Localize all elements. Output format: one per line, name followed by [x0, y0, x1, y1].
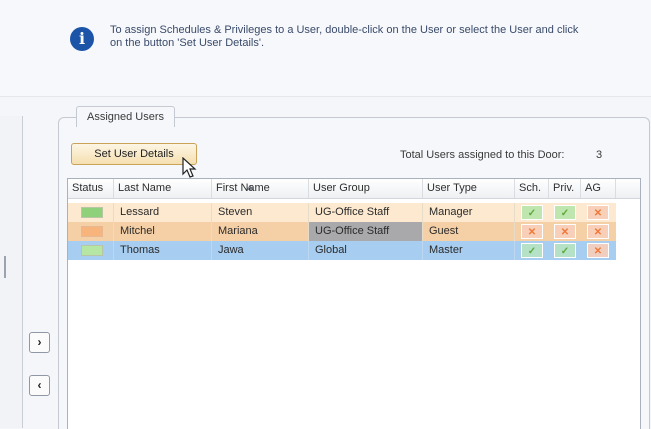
privilege-check-icon[interactable]: ✓: [554, 205, 576, 220]
column-header-status[interactable]: Status: [68, 179, 114, 198]
status-cell: [68, 222, 114, 241]
column-header-sch[interactable]: Sch.: [515, 179, 549, 198]
privilege-check-icon[interactable]: ✓: [554, 243, 576, 258]
column-header-user-group[interactable]: User Group: [309, 179, 423, 198]
left-splitter[interactable]: [0, 116, 23, 428]
set-user-details-button[interactable]: Set User Details: [71, 143, 197, 165]
last-name-cell: Lessard: [114, 203, 212, 222]
add-user-arrow-button[interactable]: ›: [29, 332, 50, 353]
column-header-last-name[interactable]: Last Name: [114, 179, 254, 198]
status-cell: [68, 203, 114, 222]
column-header-last-name-label: Last Name: [118, 182, 172, 194]
schedule-check-icon[interactable]: ✓: [521, 243, 543, 258]
last-name-cell: Mitchel: [114, 222, 212, 241]
user-group-cell: Global: [309, 241, 423, 260]
ag-cross-icon[interactable]: ✕: [587, 224, 609, 239]
status-active-indicator: [81, 245, 103, 256]
first-name-cell: Steven: [212, 203, 309, 222]
info-icon: i: [70, 27, 94, 51]
first-name-cell: Mariana: [212, 222, 309, 241]
status-active-indicator: [81, 207, 103, 218]
info-line-2: on the button 'Set User Details'.: [110, 37, 265, 49]
ag-cross-icon[interactable]: ✕: [587, 205, 609, 220]
column-header-ag[interactable]: AG: [581, 179, 616, 198]
status-inactive-indicator: [81, 226, 103, 237]
status-cell: [68, 241, 114, 260]
column-header-priv[interactable]: Priv.: [549, 179, 581, 198]
user-group-cell: UG-Office Staff: [309, 222, 423, 241]
user-group-cell: UG-Office Staff: [309, 203, 423, 222]
splitter-grip[interactable]: [4, 256, 6, 278]
user-type-cell: Guest: [423, 222, 515, 241]
privilege-cross-icon[interactable]: ✕: [554, 224, 576, 239]
info-text: To assign Schedules & Privileges to a Us…: [110, 24, 635, 50]
ag-cross-icon[interactable]: ✕: [587, 243, 609, 258]
remove-user-arrow-button[interactable]: ‹: [29, 375, 50, 396]
mouse-pointer-icon: [182, 157, 197, 178]
assigned-users-title: Assigned Users: [76, 106, 176, 127]
total-users-count: 3: [596, 149, 603, 161]
info-bar: i To assign Schedules & Privileges to a …: [0, 0, 651, 97]
schedule-check-icon[interactable]: ✓: [521, 205, 543, 220]
column-header-user-type[interactable]: User Type: [423, 179, 515, 198]
table-row[interactable]: Lessard Steven UG-Office Staff Manager ✓…: [68, 203, 616, 222]
user-type-cell: Master: [423, 241, 515, 260]
first-name-cell: Jawa: [212, 241, 309, 260]
table-row[interactable]: Mitchel Mariana UG-Office Staff Guest ✕ …: [68, 222, 616, 241]
info-line-1: To assign Schedules & Privileges to a Us…: [110, 24, 579, 36]
column-header-first-name[interactable]: First Name: [212, 179, 309, 198]
last-name-cell: Thomas: [114, 241, 212, 260]
schedule-cross-icon[interactable]: ✕: [521, 224, 543, 239]
assigned-users-table[interactable]: Status Last Name First Name User Group U…: [67, 178, 641, 429]
table-header: Status Last Name First Name User Group U…: [68, 179, 640, 199]
user-type-cell: Manager: [423, 203, 515, 222]
table-row-selected[interactable]: Thomas Jawa Global Master ✓ ✓ ✕: [68, 241, 616, 260]
total-users-label: Total Users assigned to this Door:: [400, 149, 565, 161]
